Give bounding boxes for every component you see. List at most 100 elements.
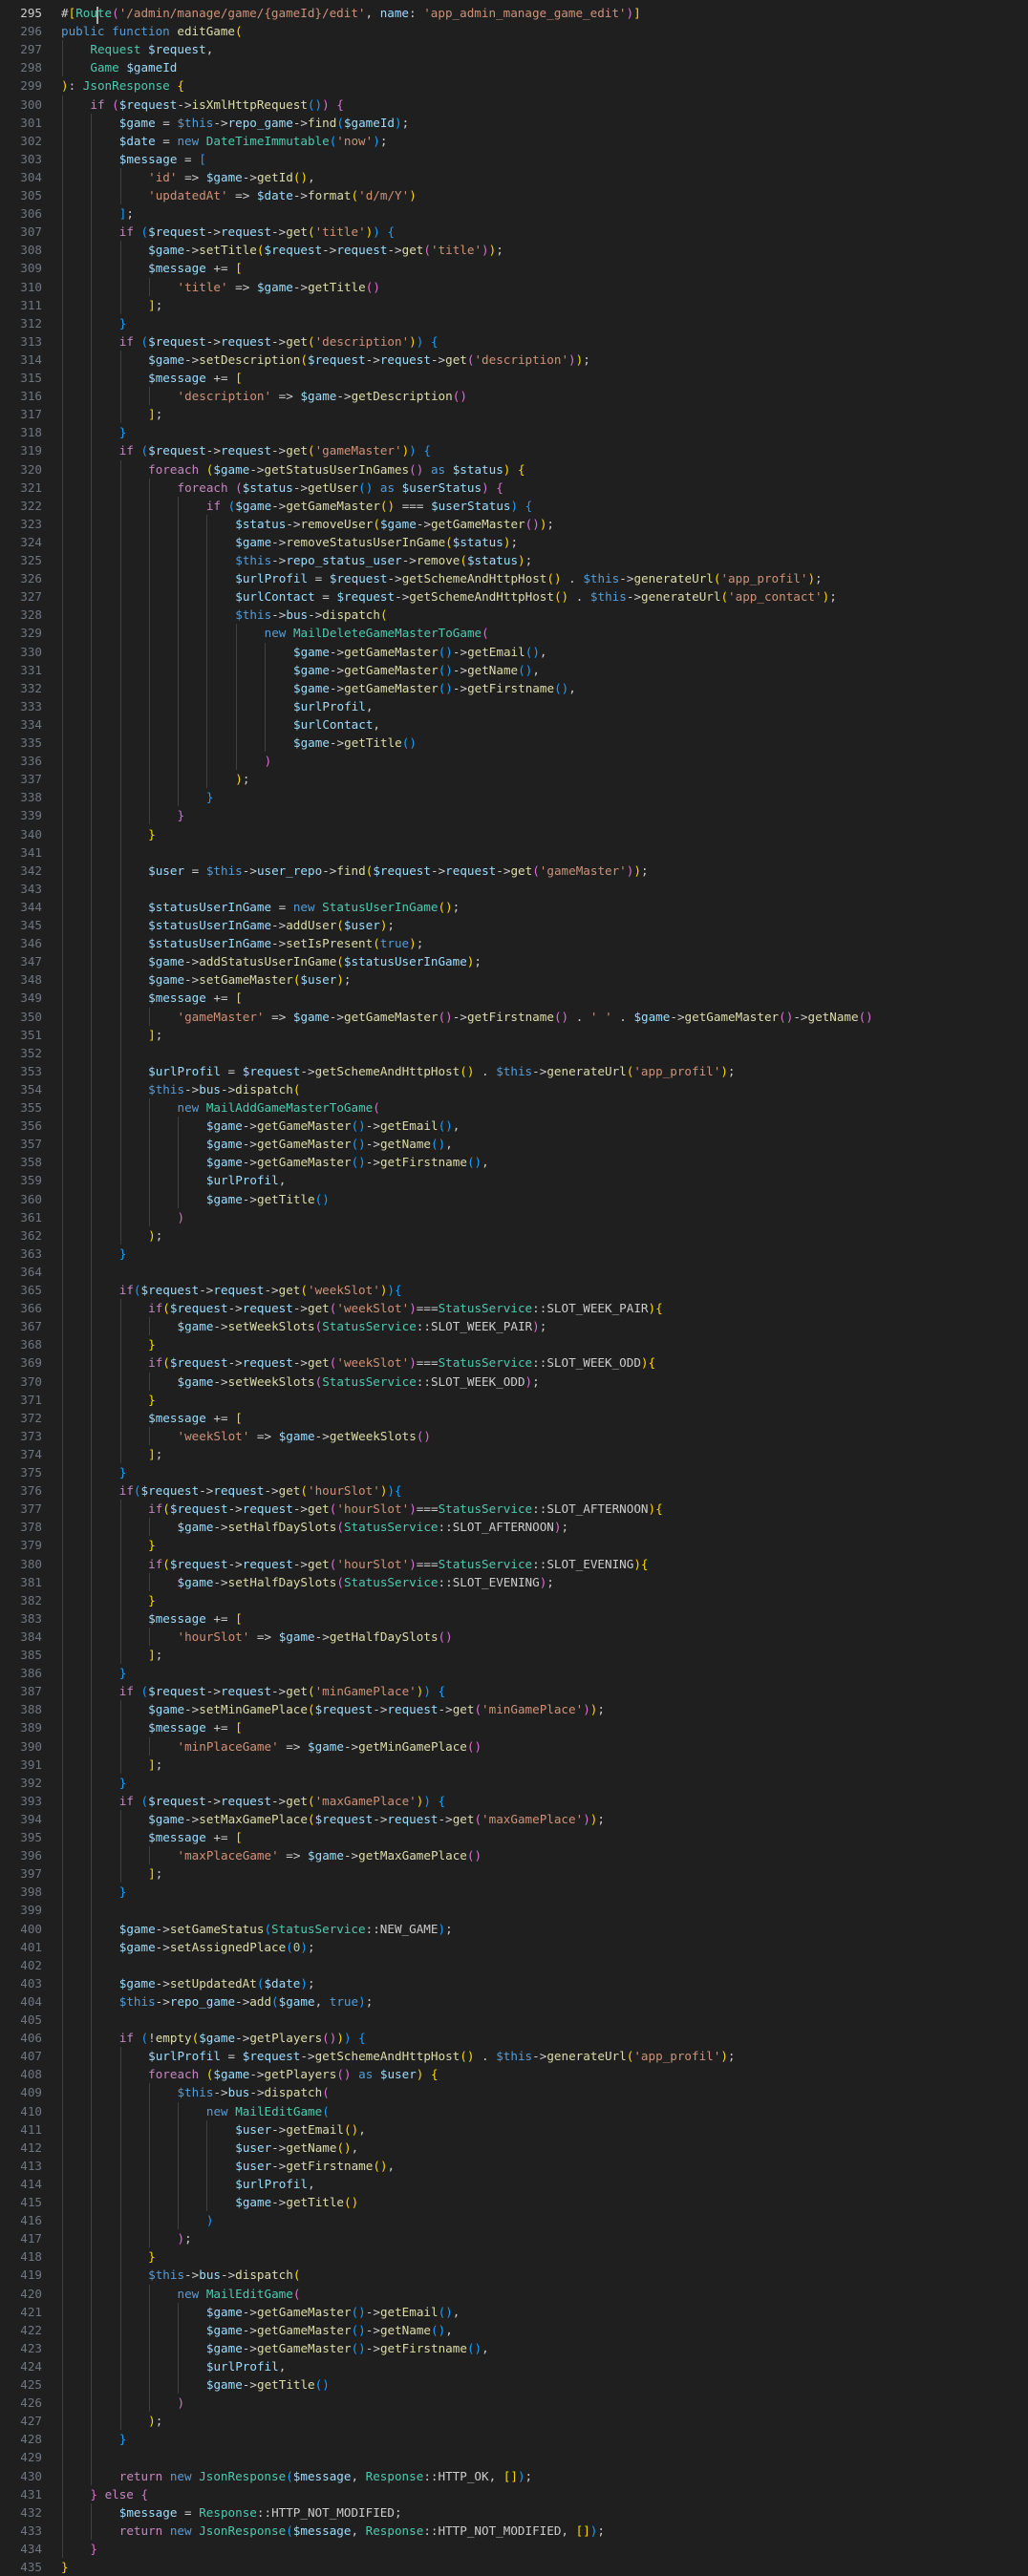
code-line[interactable]: }	[61, 1335, 1024, 1353]
code-line[interactable]: $game->setGameStatus(StatusService::NEW_…	[61, 1920, 1024, 1938]
code-line[interactable]: }	[61, 2430, 1024, 2448]
code-line[interactable]: $game->getGameMaster()->getFirstname(),	[61, 1153, 1024, 1171]
code-line[interactable]: $statusUserInGame->setIsPresent(true);	[61, 934, 1024, 952]
code-line[interactable]: $message += [	[61, 369, 1024, 387]
code-line[interactable]: $game->setGameMaster($user);	[61, 970, 1024, 989]
code-line[interactable]: }	[61, 2247, 1024, 2266]
code-line[interactable]: $this->bus->dispatch(	[61, 2266, 1024, 2284]
code-line[interactable]: }	[61, 423, 1024, 441]
code-line[interactable]: foreach ($status->getUser() as $userStat…	[61, 479, 1024, 497]
code-line[interactable]: )	[61, 2211, 1024, 2229]
code-line[interactable]	[61, 843, 1024, 862]
code-line[interactable]: $this->bus->dispatch(	[61, 1080, 1024, 1098]
code-line[interactable]: ];	[61, 1445, 1024, 1463]
code-line[interactable]: $game->addStatusUserInGame($statusUserIn…	[61, 952, 1024, 970]
code-line[interactable]: $game->setAssignedPlace(0);	[61, 1938, 1024, 1956]
code-line[interactable]: $message += [	[61, 989, 1024, 1007]
code-line[interactable]: $game->getGameMaster()->getName(),	[61, 661, 1024, 679]
code-editor[interactable]: 295 296 297 298 299 300 301 302 303 304 305 306 307 3…	[0, 0, 1028, 2574]
code-line[interactable]	[61, 1263, 1024, 1281]
code-line[interactable]: ];	[61, 405, 1024, 423]
code-line[interactable]: Request $request,	[61, 40, 1024, 58]
code-line[interactable]: if (!empty($game->getPlayers())) {	[61, 2029, 1024, 2047]
code-line[interactable]: $this->repo_game->add($game, true);	[61, 1992, 1024, 2011]
code-line[interactable]: ): JsonResponse {	[61, 76, 1024, 95]
code-line[interactable]: $status->removeUser($game->getGameMaster…	[61, 515, 1024, 533]
code-line[interactable]: $urlProfil,	[61, 1171, 1024, 1189]
code-line[interactable]: ];	[61, 1026, 1024, 1044]
code-line[interactable]: }	[61, 1883, 1024, 1901]
code-line[interactable]: $message += [	[61, 1828, 1024, 1846]
code-line[interactable]: }	[61, 1245, 1024, 1263]
code-line[interactable]: $user->getFirstname(),	[61, 2157, 1024, 2175]
code-line[interactable]: 'hourSlot' => $game->getHalfDaySlots()	[61, 1628, 1024, 1646]
code-line[interactable]: $this->bus->dispatch(	[61, 606, 1024, 624]
code-line[interactable]: 'minPlaceGame' => $game->getMinGamePlace…	[61, 1737, 1024, 1756]
code-line[interactable]: if ($request->request->get('minGamePlace…	[61, 1682, 1024, 1700]
code-line[interactable]	[61, 1044, 1024, 1062]
code-line[interactable]: $game->getGameMaster()->getName(),	[61, 2321, 1024, 2339]
code-line[interactable]: if($request->request->get('weekSlot')){	[61, 1281, 1024, 1299]
code-line[interactable]: 'updatedAt' => $date->format('d/m/Y')	[61, 186, 1024, 204]
code-line[interactable]: if ($request->isXmlHttpRequest()) {	[61, 96, 1024, 114]
code-line[interactable]	[61, 1901, 1024, 1919]
code-line[interactable]: return new JsonResponse($message, Respon…	[61, 2467, 1024, 2485]
code-line[interactable]: Game $gameId	[61, 58, 1024, 76]
code-line[interactable]: ];	[61, 296, 1024, 314]
code-line[interactable]: 'description' => $game->getDescription()	[61, 387, 1024, 405]
code-line[interactable]: $user->getName(),	[61, 2139, 1024, 2157]
code-line[interactable]: if ($request->request->get('maxGamePlace…	[61, 1792, 1024, 1810]
code-line[interactable]: $urlProfil,	[61, 2175, 1024, 2193]
code-line[interactable]: $game->removeStatusUserInGame($status);	[61, 533, 1024, 551]
code-line[interactable]: $game->getGameMaster()->getEmail(),	[61, 643, 1024, 661]
code-line[interactable]: if ($request->request->get('description'…	[61, 332, 1024, 351]
code-line[interactable]: foreach ($game->getStatusUserInGames() a…	[61, 460, 1024, 479]
code-line[interactable]: $game->getGameMaster()->getName(),	[61, 1135, 1024, 1153]
code-line[interactable]: $statusUserInGame->addUser($user);	[61, 916, 1024, 934]
code-line[interactable]: $game->getGameMaster()->getEmail(),	[61, 1117, 1024, 1135]
code-line[interactable]	[61, 1956, 1024, 1974]
code-line[interactable]: #[Route('/admin/manage/game/{gameId}/edi…	[61, 4, 1024, 22]
code-line[interactable]: $user->getEmail(),	[61, 2120, 1024, 2139]
code-line[interactable]: )	[61, 752, 1024, 770]
code-line[interactable]: $game->setWeekSlots(StatusService::SLOT_…	[61, 1317, 1024, 1335]
code-line[interactable]: new MailDeleteGameMasterToGame(	[61, 624, 1024, 642]
code-line[interactable]: $game->getGameMaster()->getEmail(),	[61, 2303, 1024, 2321]
code-line[interactable]: );	[61, 2229, 1024, 2247]
code-line[interactable]: $message = Response::HTTP_NOT_MODIFIED;	[61, 2503, 1024, 2522]
code-line[interactable]: ];	[61, 1864, 1024, 1883]
code-line[interactable]: new MailAddGameMasterToGame(	[61, 1098, 1024, 1117]
code-line[interactable]: );	[61, 1226, 1024, 1245]
code-line[interactable]: $this->repo_status_user->remove($status)…	[61, 551, 1024, 569]
code-line[interactable]: $game->setDescription($request->request-…	[61, 351, 1024, 369]
code-line[interactable]: }	[61, 2558, 1024, 2576]
code-line[interactable]: ];	[61, 204, 1024, 223]
code-line[interactable]: if ($request->request->get('title')) {	[61, 223, 1024, 241]
code-line[interactable]: $statusUserInGame = new StatusUserInGame…	[61, 898, 1024, 916]
code-line[interactable]: new MailEditGame(	[61, 2102, 1024, 2120]
code-line[interactable]: $urlContact = $request->getSchemeAndHttp…	[61, 587, 1024, 606]
code-line[interactable]: 'weekSlot' => $game->getWeekSlots()	[61, 1427, 1024, 1445]
code-line[interactable]: );	[61, 770, 1024, 788]
code-line[interactable]: if ($game->getGameMaster() === $userStat…	[61, 497, 1024, 515]
code-line[interactable]: $message += [	[61, 1718, 1024, 1736]
code-line[interactable]: }	[61, 2540, 1024, 2558]
code-line[interactable]: if($request->request->get('hourSlot')){	[61, 1481, 1024, 1500]
code-line[interactable]: $urlProfil,	[61, 697, 1024, 715]
code-line[interactable]: $game = $this->repo_game->find($gameId);	[61, 114, 1024, 132]
code-line[interactable]: $game->setUpdatedAt($date);	[61, 1974, 1024, 1992]
code-line[interactable]: $game->setHalfDaySlots(StatusService::SL…	[61, 1573, 1024, 1591]
code-line[interactable]	[61, 2448, 1024, 2466]
code-line[interactable]: 'id' => $game->getId(),	[61, 168, 1024, 186]
code-line[interactable]: $urlProfil,	[61, 2357, 1024, 2375]
code-line[interactable]: $message = [	[61, 150, 1024, 168]
code-line[interactable]: $urlProfil = $request->getSchemeAndHttpH…	[61, 1062, 1024, 1080]
code-line[interactable]: $game->setTitle($request->request->get('…	[61, 241, 1024, 259]
code-line[interactable]: $date = new DateTimeImmutable('now');	[61, 132, 1024, 150]
code-line[interactable]: 'maxPlaceGame' => $game->getMaxGamePlace…	[61, 1846, 1024, 1864]
code-line[interactable]: $urlProfil = $request->getSchemeAndHttpH…	[61, 569, 1024, 587]
code-line[interactable]: }	[61, 1391, 1024, 1409]
code-line[interactable]: $game->setWeekSlots(StatusService::SLOT_…	[61, 1373, 1024, 1391]
code-line[interactable]: $game->setMaxGamePlace($request->request…	[61, 1810, 1024, 1828]
code-line[interactable]: $game->setMinGamePlace($request->request…	[61, 1700, 1024, 1718]
